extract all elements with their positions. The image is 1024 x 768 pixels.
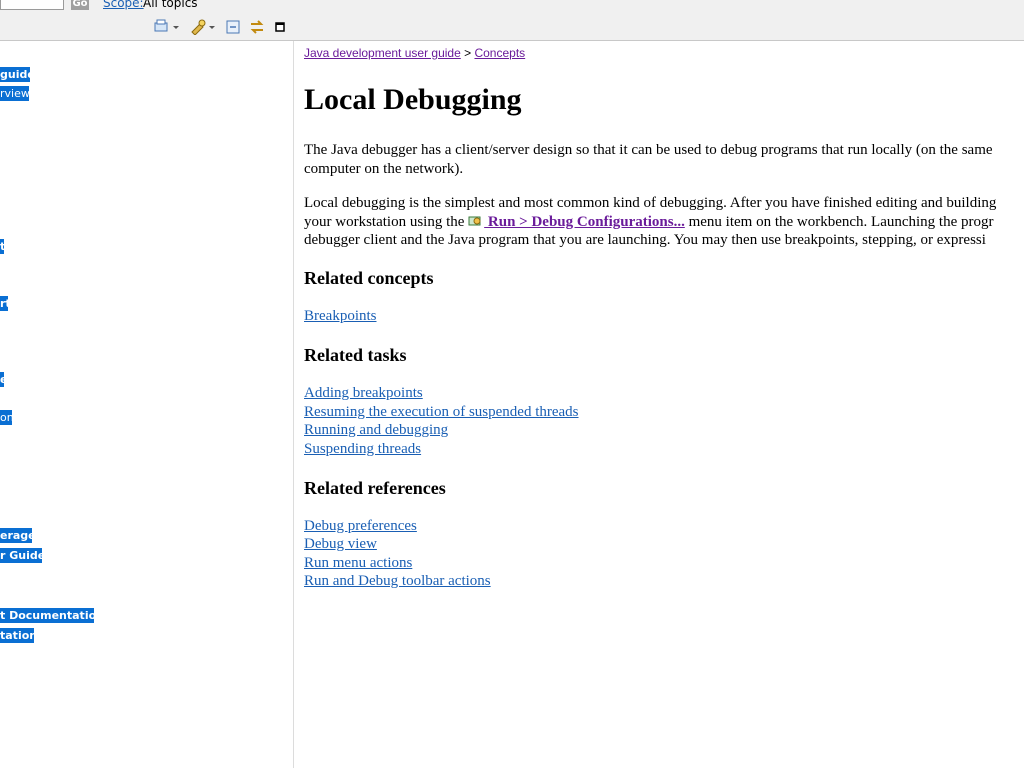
- breadcrumb-link-guide[interactable]: Java development user guide: [304, 46, 461, 60]
- paragraph-intro: The Java debugger has a client/server de…: [304, 141, 1024, 178]
- tree-item[interactable]: t: [0, 239, 4, 254]
- link-breakpoints[interactable]: Breakpoints: [304, 308, 377, 325]
- paragraph-line: The Java debugger has a client/server de…: [304, 142, 993, 158]
- paragraph-line: debugger client and the Java program tha…: [304, 232, 986, 248]
- contents-tree: guide rview t rt e on erage r Guide t Do…: [0, 41, 294, 768]
- topic-content: Java development user guide > Concepts L…: [294, 41, 1024, 768]
- tree-item[interactable]: t Documentation: [0, 608, 94, 623]
- link-run-debug-toolbar-actions[interactable]: Run and Debug toolbar actions: [304, 573, 491, 590]
- link-running-debugging[interactable]: Running and debugging: [304, 422, 448, 439]
- tree-item[interactable]: rview: [0, 86, 29, 101]
- link-debug-view[interactable]: Debug view: [304, 536, 377, 553]
- link-run-menu-actions[interactable]: Run menu actions: [304, 555, 412, 572]
- highlight-search-icon[interactable]: [189, 19, 217, 36]
- tree-item[interactable]: e: [0, 372, 4, 387]
- go-button[interactable]: Go: [71, 0, 89, 10]
- paragraph-line: your workstation using the: [304, 213, 469, 230]
- search-input[interactable]: [0, 0, 64, 10]
- paragraph-line: menu item on the workbench. Launching th…: [684, 213, 994, 230]
- scope-link[interactable]: Scope:: [103, 0, 144, 10]
- maximize-icon[interactable]: [274, 19, 286, 35]
- page-title: Local Debugging: [304, 83, 522, 116]
- link-debug-preferences[interactable]: Debug preferences: [304, 518, 417, 535]
- breadcrumb-link-concepts[interactable]: Concepts: [474, 46, 525, 60]
- search-bar: Go Scope: All topics: [0, 0, 1024, 14]
- collapse-all-icon[interactable]: [225, 19, 241, 35]
- paragraph-line: computer on the network).: [304, 160, 464, 177]
- link-with-contents-icon[interactable]: [248, 19, 266, 35]
- paragraph-line: Local debugging is the simplest and most…: [304, 195, 997, 211]
- related-concepts-heading: Related concepts: [304, 268, 434, 288]
- breadcrumb-separator: >: [460, 46, 475, 60]
- tree-item[interactable]: on: [0, 410, 12, 425]
- link-resuming-threads[interactable]: Resuming the execution of suspended thre…: [304, 404, 579, 421]
- related-references-heading: Related references: [304, 478, 446, 498]
- related-tasks-heading: Related tasks: [304, 345, 407, 365]
- link-adding-breakpoints[interactable]: Adding breakpoints: [304, 385, 423, 402]
- command-link-label: Run > Debug Configurations...: [484, 213, 685, 230]
- link-suspending-threads[interactable]: Suspending threads: [304, 441, 421, 458]
- tree-item[interactable]: rt: [0, 296, 8, 311]
- tree-item[interactable]: tation: [0, 628, 34, 643]
- debug-configurations-command-link[interactable]: Run > Debug Configurations...: [468, 214, 685, 230]
- paragraph-local-debugging: Local debugging is the simplest and most…: [304, 194, 1024, 250]
- print-icon[interactable]: [153, 19, 181, 35]
- toolbar: [0, 14, 1024, 41]
- tree-item[interactable]: r Guide: [0, 548, 42, 563]
- tree-item[interactable]: guide: [0, 67, 30, 82]
- breadcrumb: Java development user guide > Concepts: [304, 46, 525, 60]
- tree-item[interactable]: erage: [0, 528, 32, 543]
- command-link-icon: [468, 216, 481, 225]
- scope-value: All topics: [143, 0, 198, 10]
